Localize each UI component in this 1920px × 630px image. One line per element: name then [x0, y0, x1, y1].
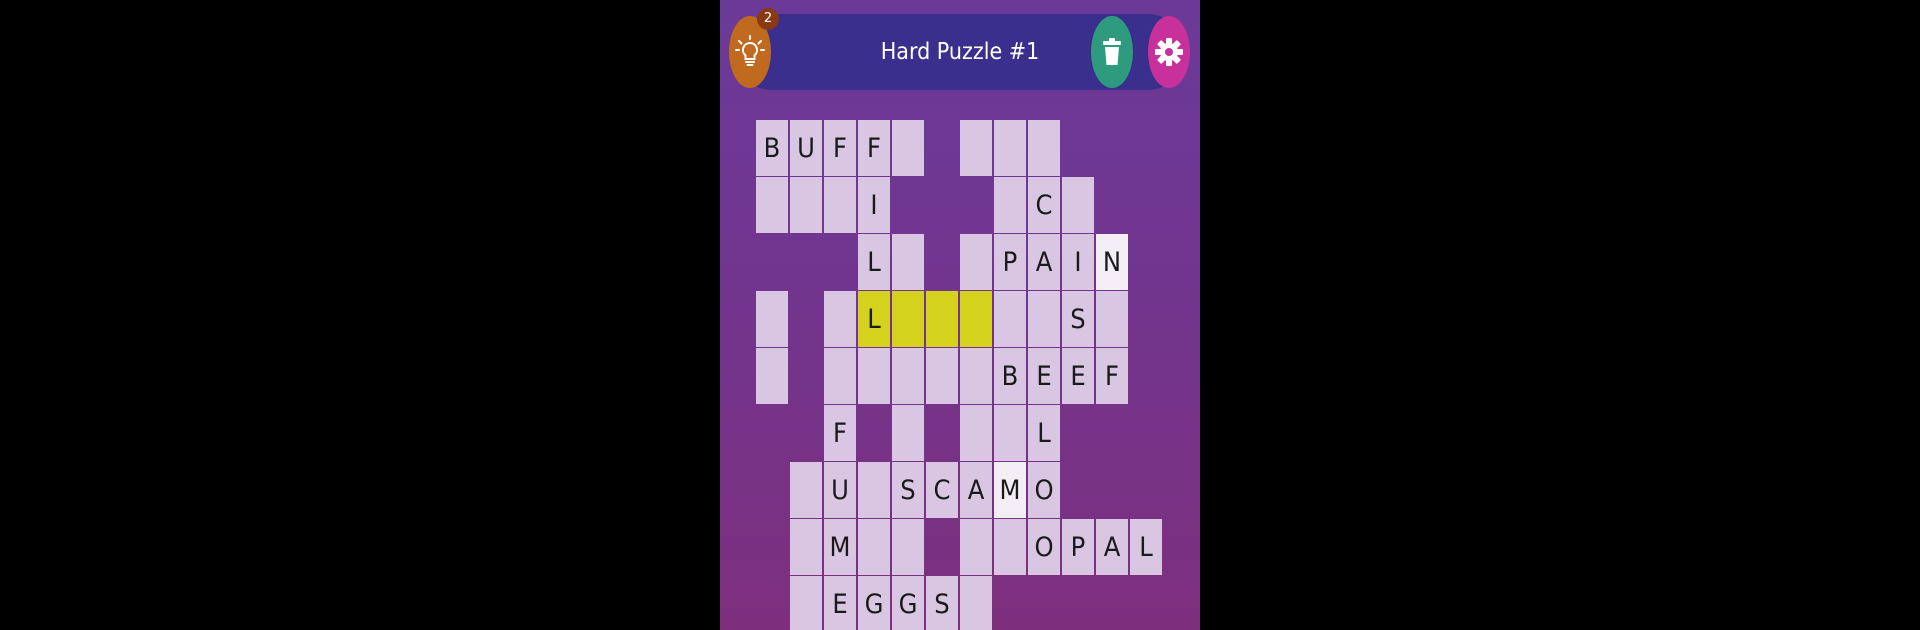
- crossword-grid: BUFFICLPAINLSBEEFFLUSCAMOMOPALEGGS: [720, 0, 1200, 630]
- grid-cell[interactable]: A: [1028, 234, 1060, 290]
- grid-cell[interactable]: [824, 291, 856, 347]
- grid-cell[interactable]: I: [858, 177, 890, 233]
- grid-cell[interactable]: P: [1062, 519, 1094, 575]
- grid-cell[interactable]: [994, 519, 1026, 575]
- grid-cell[interactable]: [1062, 177, 1094, 233]
- grid-cell[interactable]: E: [1062, 348, 1094, 404]
- grid-cell[interactable]: G: [892, 576, 924, 630]
- grid-cell[interactable]: [994, 291, 1026, 347]
- grid-cell[interactable]: S: [926, 576, 958, 630]
- grid-cell[interactable]: [756, 348, 788, 404]
- grid-cell[interactable]: [994, 177, 1026, 233]
- grid-cell[interactable]: [892, 291, 924, 347]
- grid-cell[interactable]: L: [858, 234, 890, 290]
- grid-cell[interactable]: F: [824, 405, 856, 461]
- grid-cell[interactable]: F: [824, 120, 856, 176]
- grid-cell[interactable]: [960, 405, 992, 461]
- grid-cell[interactable]: [960, 234, 992, 290]
- grid-cell[interactable]: [1028, 291, 1060, 347]
- grid-cell[interactable]: M: [824, 519, 856, 575]
- grid-cell[interactable]: A: [1096, 519, 1128, 575]
- grid-cell[interactable]: U: [824, 462, 856, 518]
- grid-cell[interactable]: L: [858, 291, 890, 347]
- grid-cell[interactable]: [790, 576, 822, 630]
- grid-cell[interactable]: [892, 120, 924, 176]
- grid-cell[interactable]: A: [960, 462, 992, 518]
- grid-cell[interactable]: F: [1096, 348, 1128, 404]
- grid-cell[interactable]: [824, 177, 856, 233]
- grid-cell[interactable]: P: [994, 234, 1026, 290]
- grid-cell[interactable]: [892, 405, 924, 461]
- grid-cell[interactable]: [858, 462, 890, 518]
- grid-cell[interactable]: [824, 348, 856, 404]
- grid-cell[interactable]: G: [858, 576, 890, 630]
- grid-cell[interactable]: U: [790, 120, 822, 176]
- grid-cell[interactable]: [926, 291, 958, 347]
- grid-cell[interactable]: N: [1096, 234, 1128, 290]
- grid-cell[interactable]: [960, 576, 992, 630]
- grid-cell[interactable]: [994, 120, 1026, 176]
- grid-cell[interactable]: O: [1028, 519, 1060, 575]
- grid-cell[interactable]: [926, 348, 958, 404]
- grid-cell[interactable]: L: [1028, 405, 1060, 461]
- grid-cell[interactable]: [892, 348, 924, 404]
- grid-cell[interactable]: S: [892, 462, 924, 518]
- grid-cell[interactable]: [892, 519, 924, 575]
- grid-cell[interactable]: [858, 348, 890, 404]
- grid-cell[interactable]: I: [1062, 234, 1094, 290]
- grid-cell[interactable]: F: [858, 120, 890, 176]
- grid-cell[interactable]: C: [926, 462, 958, 518]
- grid-cell[interactable]: [756, 291, 788, 347]
- grid-cell[interactable]: O: [1028, 462, 1060, 518]
- grid-cell[interactable]: [1028, 120, 1060, 176]
- grid-cell[interactable]: [790, 462, 822, 518]
- grid-cell[interactable]: E: [824, 576, 856, 630]
- grid-cell[interactable]: B: [756, 120, 788, 176]
- grid-cell[interactable]: [1096, 291, 1128, 347]
- game-screen: Hard Puzzle #1 2 B U F F I C L P A I N L…: [720, 0, 1200, 630]
- grid-cell[interactable]: [756, 177, 788, 233]
- grid-cell[interactable]: [960, 120, 992, 176]
- grid-cell[interactable]: E: [1028, 348, 1060, 404]
- grid-cell[interactable]: [960, 519, 992, 575]
- grid-cell[interactable]: [790, 519, 822, 575]
- grid-cell[interactable]: [960, 291, 992, 347]
- grid-cell[interactable]: [994, 405, 1026, 461]
- grid-cell[interactable]: L: [1130, 519, 1162, 575]
- grid-cell[interactable]: M: [994, 462, 1026, 518]
- grid-cell[interactable]: [960, 348, 992, 404]
- grid-cell[interactable]: S: [1062, 291, 1094, 347]
- grid-cell[interactable]: C: [1028, 177, 1060, 233]
- grid-cell[interactable]: B: [994, 348, 1026, 404]
- grid-cell[interactable]: [892, 234, 924, 290]
- grid-cell[interactable]: [790, 177, 822, 233]
- grid-cell[interactable]: [858, 519, 890, 575]
